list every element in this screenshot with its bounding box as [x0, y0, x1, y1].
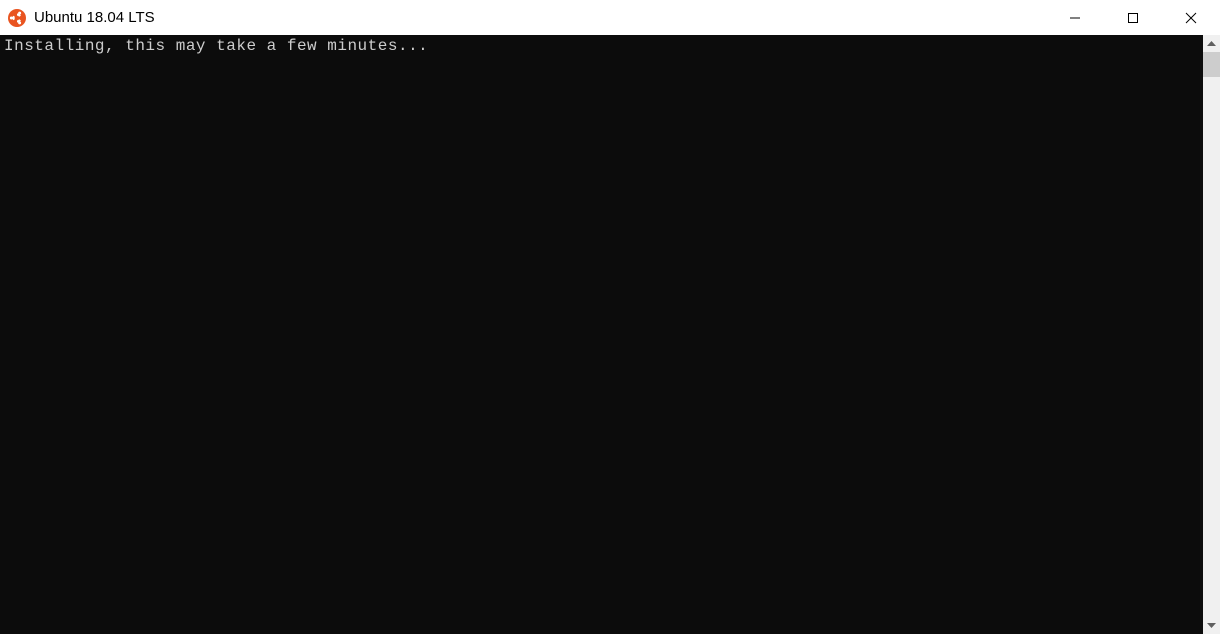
scrollbar-thumb[interactable]	[1203, 52, 1220, 77]
scrollbar-track[interactable]	[1203, 52, 1220, 617]
content-wrapper: Installing, this may take a few minutes.…	[0, 35, 1220, 634]
ubuntu-icon	[8, 9, 26, 27]
titlebar: Ubuntu 18.04 LTS	[0, 0, 1220, 35]
vertical-scrollbar[interactable]	[1203, 35, 1220, 634]
terminal[interactable]: Installing, this may take a few minutes.…	[0, 35, 1203, 634]
window-controls	[1046, 0, 1220, 35]
scroll-down-arrow-icon[interactable]	[1203, 617, 1220, 634]
minimize-button[interactable]	[1046, 0, 1104, 35]
terminal-output-line: Installing, this may take a few minutes.…	[4, 37, 1199, 55]
maximize-button[interactable]	[1104, 0, 1162, 35]
window-title: Ubuntu 18.04 LTS	[34, 9, 1046, 26]
scroll-up-arrow-icon[interactable]	[1203, 35, 1220, 52]
close-button[interactable]	[1162, 0, 1220, 35]
